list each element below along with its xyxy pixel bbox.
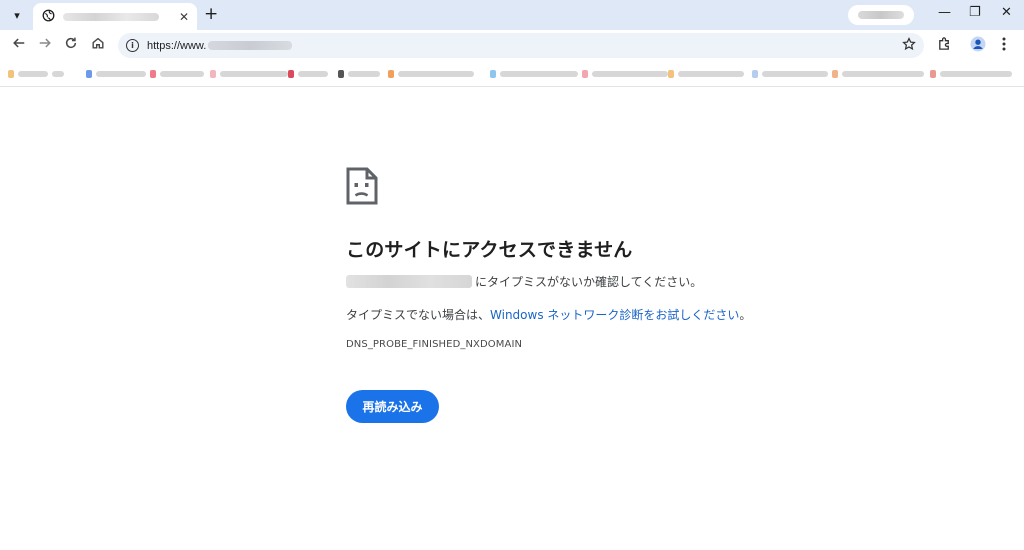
- tab-search-button[interactable]: ▾: [6, 4, 28, 26]
- suggestion-line: タイプミスでない場合は、 Windows ネットワーク診断をお試しください 。: [346, 306, 751, 323]
- profile-avatar-icon[interactable]: [970, 36, 986, 55]
- tab-title-redacted: [63, 12, 159, 21]
- active-tab[interactable]: ✕: [33, 3, 197, 30]
- forward-arrow-icon[interactable]: [38, 36, 52, 53]
- back-arrow-icon[interactable]: [12, 36, 26, 53]
- extensions-puzzle-icon[interactable]: [937, 36, 952, 54]
- typo-message-line: にタイプミスがないか確認してください。: [346, 273, 702, 290]
- url-text: https://www.: [147, 39, 207, 52]
- tab-close-icon[interactable]: ✕: [179, 10, 189, 24]
- bookmark-item-redacted[interactable]: [752, 70, 828, 78]
- error-title: このサイトにアクセスできません: [346, 239, 633, 261]
- bookmark-item-redacted[interactable]: [582, 70, 668, 78]
- suggestion-prefix: タイプミスでない場合は、: [346, 308, 491, 322]
- bookmarks-bar: [0, 60, 1024, 87]
- globe-icon: [42, 9, 55, 25]
- chevron-down-icon: ▾: [14, 8, 20, 22]
- profile-chip-redacted[interactable]: [848, 5, 914, 25]
- browser-toolbar: i https://www.: [0, 30, 1024, 60]
- bookmark-item-redacted[interactable]: [388, 70, 474, 78]
- bookmark-item-redacted[interactable]: [210, 70, 288, 78]
- menu-kebab-icon[interactable]: [1002, 37, 1006, 54]
- suggestion-suffix: 。: [739, 308, 752, 322]
- bookmark-item-redacted[interactable]: [930, 70, 1012, 78]
- bookmark-item-redacted[interactable]: [150, 70, 204, 78]
- bookmark-star-icon[interactable]: [902, 36, 916, 55]
- home-icon[interactable]: [91, 36, 105, 53]
- error-page: このサイトにアクセスできません にタイプミスがないか確認してください。 タイプミ…: [0, 87, 1024, 550]
- close-window-icon[interactable]: ✕: [1001, 5, 1012, 20]
- restore-icon[interactable]: ❐: [969, 5, 981, 20]
- reload-button[interactable]: 再読み込み: [346, 390, 439, 423]
- site-info-icon[interactable]: i: [126, 39, 139, 52]
- typo-message: にタイプミスがないか確認してください。: [475, 275, 703, 289]
- bookmark-item-redacted[interactable]: [832, 70, 924, 78]
- bookmark-item-redacted[interactable]: [490, 70, 578, 78]
- address-bar[interactable]: i https://www.: [118, 33, 924, 58]
- bookmark-item-redacted[interactable]: [8, 70, 64, 78]
- minimize-icon[interactable]: —: [938, 5, 951, 20]
- sad-page-icon: [346, 167, 378, 209]
- url-redacted: [208, 41, 293, 50]
- new-tab-button[interactable]: +: [204, 4, 218, 24]
- domain-redacted: [346, 275, 472, 288]
- bookmark-item-redacted[interactable]: [86, 70, 146, 78]
- network-diagnostics-link[interactable]: Windows ネットワーク診断をお試しください: [490, 306, 739, 323]
- bookmark-item-redacted[interactable]: [288, 70, 328, 78]
- bookmark-item-redacted[interactable]: [668, 70, 744, 78]
- tab-strip: ▾ ✕ + — ❐ ✕: [0, 0, 1024, 30]
- error-code: DNS_PROBE_FINISHED_NXDOMAIN: [346, 339, 523, 350]
- bookmark-item-redacted[interactable]: [338, 70, 380, 78]
- reload-icon[interactable]: [64, 36, 78, 53]
